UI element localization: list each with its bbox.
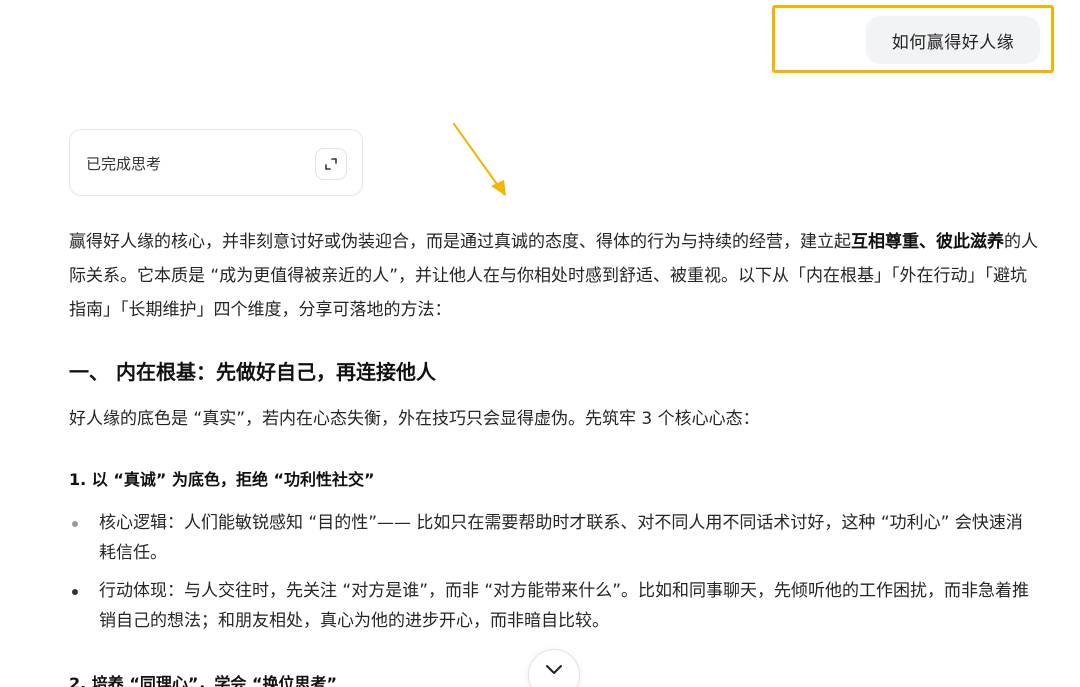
- expand-icon: [325, 158, 337, 170]
- chevron-down-icon: [546, 665, 562, 674]
- expand-thinking-button[interactable]: [315, 148, 347, 180]
- section-heading-1: 一、 内在根基：先做好自己，再连接他人: [69, 360, 436, 384]
- section-lead: 好人缘的底色是 “真实”，若内在心态失衡，外在技巧只会显得虚伪。先筑牢 3 个核…: [69, 409, 760, 429]
- thinking-status-label: 已完成思考: [86, 155, 162, 173]
- chat-page: 如何赢得好人缘 已完成思考 赢得好人缘的核心，并非刻意讨好或伪装迎合，而是通过真…: [0, 0, 1080, 687]
- intro-bold-phrase: 互相尊重、彼此滋养: [851, 232, 1004, 252]
- user-message-bubble: 如何赢得好人缘: [866, 16, 1040, 64]
- point-heading-2: 2. 培养 “同理心”，学会 “换位思考”: [69, 674, 337, 687]
- point-heading-1: 1. 以 “真诚” 为底色，拒绝 “功利性社交”: [69, 470, 375, 489]
- answer-intro: 赢得好人缘的核心，并非刻意讨好或伪装迎合，而是通过真诚的态度、得体的行为与持续的…: [69, 225, 1039, 327]
- intro-text-part1: 赢得好人缘的核心，并非刻意讨好或伪装迎合，而是通过真诚的态度、得体的行为与持续的…: [69, 232, 851, 252]
- annotation-arrow-icon: [453, 123, 506, 196]
- user-message-text: 如何赢得好人缘: [891, 32, 1015, 53]
- bullet-list: 核心逻辑：人们能敏锐感知 “目的性”—— 比如只在需要帮助时才联系、对不同人用不…: [69, 508, 1039, 644]
- assistant-answer: 赢得好人缘的核心，并非刻意讨好或伪装迎合，而是通过真诚的态度、得体的行为与持续的…: [69, 225, 1039, 687]
- list-item: 核心逻辑：人们能敏锐感知 “目的性”—— 比如只在需要帮助时才联系、对不同人用不…: [69, 508, 1039, 568]
- scroll-to-bottom-button[interactable]: [528, 649, 580, 687]
- thinking-status-card[interactable]: 已完成思考: [69, 129, 363, 196]
- list-item: 行动体现：与人交往时，先关注 “对方是谁”，而非 “对方能带来什么”。比如和同事…: [69, 576, 1039, 636]
